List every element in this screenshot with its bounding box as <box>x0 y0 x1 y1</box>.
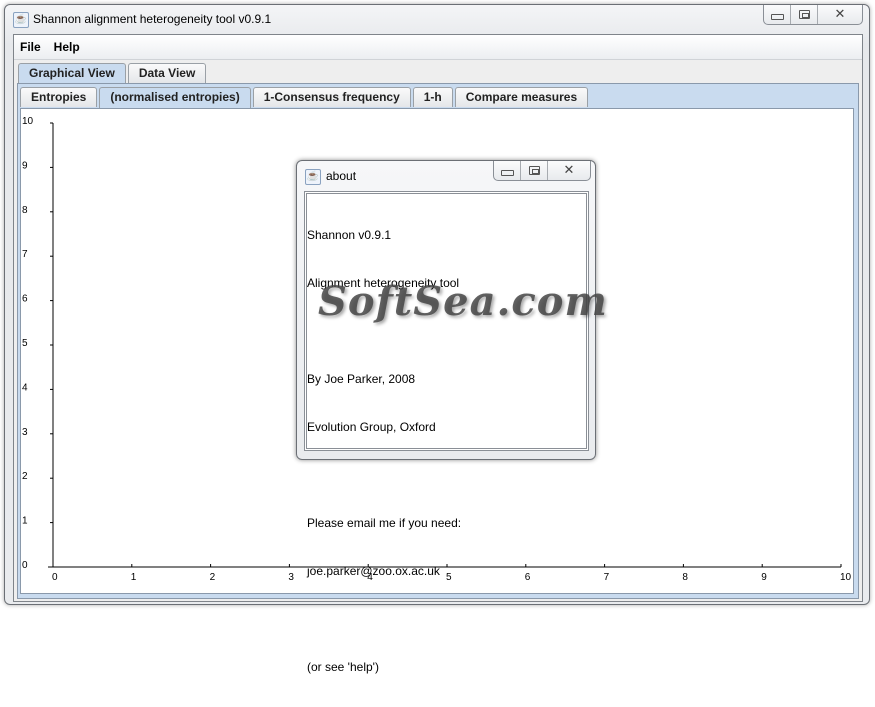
x-tick-label: 0 <box>52 572 58 583</box>
y-tick-label: 1 <box>22 516 28 527</box>
x-tick-label: 9 <box>761 572 767 583</box>
dialog-minimize-button[interactable] <box>494 161 521 180</box>
x-tick-label: 3 <box>288 572 294 583</box>
y-tick-label: 0 <box>22 560 28 571</box>
view-tabs: Graphical View Data View <box>18 63 208 84</box>
dialog-maximize-button[interactable] <box>521 161 548 180</box>
minimize-button[interactable] <box>764 5 791 24</box>
close-icon: ✕ <box>563 163 575 178</box>
maximize-icon <box>528 166 540 175</box>
window-controls: ✕ <box>763 5 863 25</box>
tab-1-h[interactable]: 1-h <box>412 87 453 107</box>
dialog-close-button[interactable]: ✕ <box>548 161 590 180</box>
java-cup-icon: ☕ <box>13 12 29 28</box>
close-icon: ✕ <box>834 7 846 22</box>
tab-compare-measures[interactable]: Compare measures <box>454 87 589 107</box>
minimize-icon <box>770 13 784 20</box>
menu-bar: File Help <box>14 35 862 60</box>
about-line: By Joe Parker, 2008 <box>307 372 416 386</box>
about-line <box>307 611 586 627</box>
close-button[interactable]: ✕ <box>818 5 862 24</box>
y-tick-label: 3 <box>22 427 28 438</box>
title-bar[interactable]: ☕ Shannon alignment heterogeneity tool v… <box>5 5 869 33</box>
window-title: Shannon alignment heterogeneity tool v0.… <box>33 12 272 26</box>
y-tick-label: 2 <box>22 471 28 482</box>
about-line <box>307 323 586 339</box>
tab-graphical-view[interactable]: Graphical View <box>18 63 126 84</box>
y-tick-label: 6 <box>22 294 28 305</box>
maximize-button[interactable] <box>791 5 818 24</box>
java-cup-icon: ☕ <box>305 169 321 185</box>
dialog-title: about <box>326 169 357 183</box>
about-line: (or see 'help') <box>307 660 379 674</box>
about-line: Please email me if you need: <box>307 516 462 530</box>
y-tick-label: 4 <box>22 382 28 393</box>
measure-tabs: Entropies (normalised entropies) 1-Conse… <box>20 87 590 109</box>
tab-data-view[interactable]: Data View <box>127 63 207 83</box>
x-tick-label: 2 <box>210 572 216 583</box>
menu-file[interactable]: File <box>14 40 48 54</box>
about-line: Alignment heterogeneity tool <box>307 276 460 290</box>
about-dialog: ☕ about ✕ Shannon v0.9.1 Alignment heter… <box>296 160 596 674</box>
x-tick-label: 8 <box>682 572 688 583</box>
y-tick-label: 5 <box>22 338 28 349</box>
y-tick-label: 10 <box>22 116 34 127</box>
about-text-area[interactable]: Shannon v0.9.1 Alignment heterogeneity t… <box>304 191 589 674</box>
y-tick-label: 7 <box>22 249 28 260</box>
y-tick-label: 9 <box>22 160 28 171</box>
about-line: Evolution Group, Oxford <box>307 420 436 434</box>
maximize-icon <box>798 10 810 19</box>
x-tick-label: 10 <box>840 572 852 583</box>
y-tick-label: 8 <box>22 205 28 216</box>
about-line: Shannon v0.9.1 <box>307 228 392 242</box>
tab-entropies[interactable]: Entropies <box>20 87 98 107</box>
x-tick-label: 7 <box>604 572 610 583</box>
minimize-icon <box>500 169 514 176</box>
tab-consensus-frequency[interactable]: 1-Consensus frequency <box>252 87 411 107</box>
about-email: joe.parker@zoo.ox.ac.uk <box>307 564 440 578</box>
dialog-controls: ✕ <box>493 161 591 181</box>
about-line <box>307 467 586 483</box>
tab-normalised-entropies[interactable]: (normalised entropies) <box>99 87 251 109</box>
menu-help[interactable]: Help <box>48 40 87 54</box>
x-tick-label: 1 <box>131 572 137 583</box>
